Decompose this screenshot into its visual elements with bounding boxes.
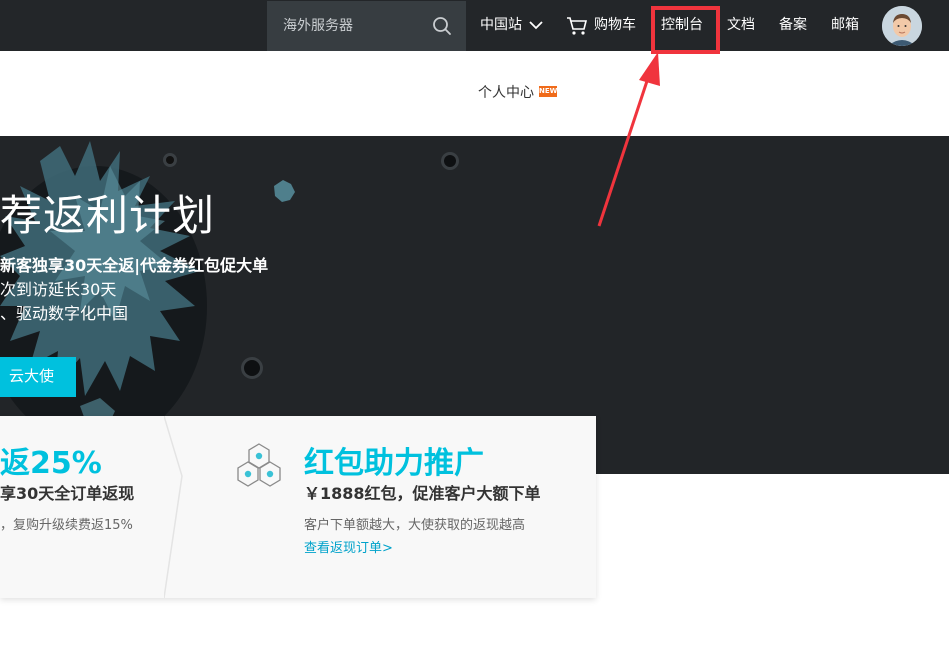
avatar[interactable] bbox=[882, 6, 922, 46]
nav-mail[interactable]: 邮箱 bbox=[831, 0, 859, 51]
banner-line-1: 新客独享30天全返|代金券红包促大单 bbox=[0, 256, 269, 275]
rebate-subtitle: 享30天全订单返现 bbox=[0, 484, 135, 503]
rebate-title: 返25% bbox=[0, 446, 102, 481]
user-face-icon bbox=[882, 6, 922, 46]
banner-title: 荐返利计划 bbox=[0, 191, 216, 240]
card-divider bbox=[164, 416, 183, 598]
view-rebate-orders-link[interactable]: 查看返现订单> bbox=[304, 537, 393, 556]
search-icon[interactable] bbox=[432, 16, 452, 36]
nav-region[interactable]: 中国站 bbox=[480, 0, 522, 51]
redpacket-description: 客户下单额越大，大使获取的返现越高 bbox=[304, 518, 526, 533]
rebate-description: ，复购升级续费返15% bbox=[0, 518, 133, 533]
cart-icon[interactable] bbox=[566, 16, 588, 36]
personal-center-link[interactable]: 个人中心 bbox=[478, 82, 534, 102]
benefit-card: 返25% 享30天全订单返现 ，复购升级续费返15% 红包助力推广 ￥1888红… bbox=[0, 416, 596, 598]
search-input[interactable] bbox=[283, 15, 423, 37]
top-navbar: 中国站 购物车 控制台 文档 备案 邮箱 bbox=[0, 0, 949, 51]
nav-docs[interactable]: 文档 bbox=[727, 0, 755, 51]
nav-filing[interactable]: 备案 bbox=[779, 0, 807, 51]
nav-cart[interactable]: 购物车 bbox=[594, 0, 636, 51]
banner-line-2: 次到访延长30天 bbox=[0, 280, 117, 299]
cubes-icon bbox=[237, 443, 281, 487]
redpacket-subtitle: ￥1888红包，促准客户大额下单 bbox=[304, 484, 541, 503]
console-highlight-box bbox=[651, 6, 720, 54]
redpacket-title: 红包助力推广 bbox=[304, 446, 484, 481]
chevron-down-icon[interactable] bbox=[529, 20, 543, 30]
join-ambassador-button[interactable]: 云大使 bbox=[0, 357, 76, 397]
new-badge: NEW bbox=[539, 86, 558, 97]
banner-line-3: 、驱动数字化中国 bbox=[0, 304, 129, 323]
